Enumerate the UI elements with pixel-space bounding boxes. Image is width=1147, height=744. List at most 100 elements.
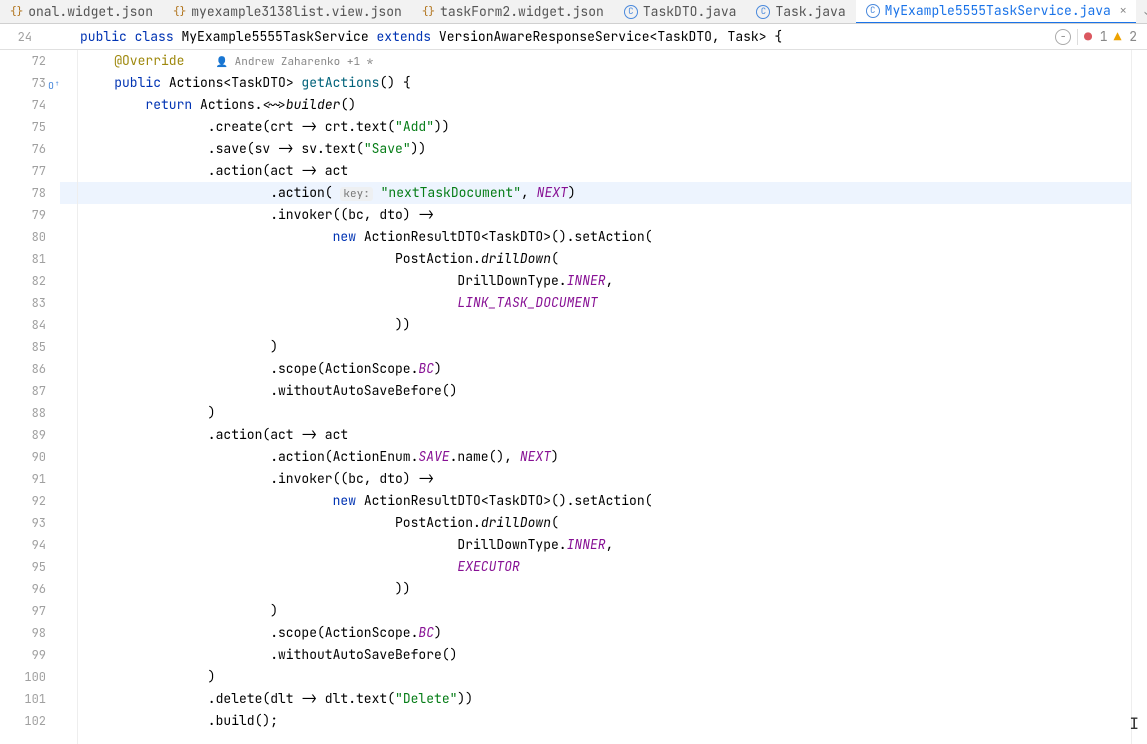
line-number[interactable]: 82 — [0, 270, 46, 292]
folding-strip[interactable] — [60, 50, 78, 744]
java-class-icon: C — [624, 5, 638, 19]
line-number[interactable]: 87 — [0, 380, 46, 402]
code-line[interactable]: )) — [60, 578, 1131, 600]
tab-label: onal.widget.json — [28, 3, 153, 20]
tab-bar: {} onal.widget.json {} myexample3138list.vi… — [0, 0, 1147, 24]
line-number[interactable]: 93 — [0, 512, 46, 534]
line-number[interactable]: 74 — [0, 94, 46, 116]
line-number[interactable]: 100 — [0, 666, 46, 688]
code-line[interactable]: return Actions.<~>builder() — [60, 94, 1131, 116]
json-file-icon: {} — [173, 5, 186, 19]
inspection-widget[interactable]: − ● 1 ▲ 2 — [1055, 28, 1147, 45]
code-line[interactable]: LINK_TASK_DOCUMENT — [60, 292, 1131, 314]
code-line[interactable]: @Override 👤 Andrew Zaharenko +1 * — [60, 50, 1131, 72]
tab-label: myexample3138list.view.json — [191, 3, 402, 20]
line-number[interactable]: 101 — [0, 688, 46, 710]
code-line[interactable]: PostAction.drillDown( — [60, 248, 1131, 270]
line-number[interactable]: 99 — [0, 644, 46, 666]
chevron-down-icon[interactable]: ⌄ — [1136, 3, 1147, 20]
tab-taskForm2-widget-json[interactable]: {} taskForm2.widget.json — [412, 0, 614, 24]
code-line[interactable]: EXECUTOR — [60, 556, 1131, 578]
sticky-class-code: public class MyExample5555TaskService ex… — [46, 28, 1055, 45]
tab-label: MyExample5555TaskService.java — [885, 2, 1111, 19]
line-number[interactable]: 72 — [0, 50, 46, 72]
line-number[interactable]: 97 — [0, 600, 46, 622]
line-number[interactable]: 88 — [0, 402, 46, 424]
line-number[interactable]: 95 — [0, 556, 46, 578]
line-number[interactable]: 80 — [0, 226, 46, 248]
line-number[interactable]: 78 — [0, 182, 46, 204]
json-file-icon: {} — [10, 5, 23, 19]
class-declaration-sticky: 24 public class MyExample5555TaskService… — [0, 24, 1147, 50]
code-line[interactable]: public Actions<TaskDTO> getActions() { — [60, 72, 1131, 94]
editor[interactable]: 7273Oꜛ7475767778798081828384858687888990… — [0, 50, 1147, 744]
tab-onal-widget-json[interactable]: {} onal.widget.json — [0, 0, 163, 24]
line-number[interactable]: 98 — [0, 622, 46, 644]
code-line[interactable]: .scope(ActionScope.BC) — [60, 358, 1131, 380]
tab-label: TaskDTO.java — [643, 3, 737, 20]
code-line[interactable]: .withoutAutoSaveBefore() — [60, 380, 1131, 402]
line-number[interactable]: 77 — [0, 160, 46, 182]
code-line[interactable]: .delete(dlt -> dlt.text("Delete")) — [60, 688, 1131, 710]
code-line[interactable]: PostAction.drillDown( — [60, 512, 1131, 534]
java-class-icon: C — [756, 5, 770, 19]
code-line[interactable]: )) — [60, 314, 1131, 336]
line-number[interactable]: 76 — [0, 138, 46, 160]
scrollbar-right[interactable]: 𝙸 — [1131, 50, 1147, 744]
code-line[interactable]: ) — [60, 336, 1131, 358]
code-line[interactable]: ) — [60, 666, 1131, 688]
code-line[interactable]: .invoker((bc, dto) -> — [60, 468, 1131, 490]
code-line[interactable]: DrillDownType.INNER, — [60, 270, 1131, 292]
line-number[interactable]: 89 — [0, 424, 46, 446]
line-number[interactable]: 94 — [0, 534, 46, 556]
line-number[interactable]: 79 — [0, 204, 46, 226]
warning-indicator[interactable]: ▲ 2 — [1114, 28, 1137, 45]
line-number[interactable]: 75 — [0, 116, 46, 138]
code-line[interactable]: .action(act -> act — [60, 160, 1131, 182]
line-number[interactable]: 92 — [0, 490, 46, 512]
code-line[interactable]: .save(sv -> sv.text("Save")) — [60, 138, 1131, 160]
line-number[interactable]: 85 — [0, 336, 46, 358]
tab-label: taskForm2.widget.json — [440, 3, 604, 20]
code-line[interactable]: .build(); — [60, 710, 1131, 732]
code-line[interactable]: .invoker((bc, dto) -> — [60, 204, 1131, 226]
error-indicator[interactable]: ● 1 — [1084, 28, 1107, 45]
code-line[interactable]: .create(crt -> crt.text("Add")) — [60, 116, 1131, 138]
override-gutter-icon[interactable]: Oꜛ — [48, 75, 60, 87]
json-file-icon: {} — [422, 5, 435, 19]
line-number[interactable]: 102 — [0, 710, 46, 732]
code-line[interactable]: new ActionResultDTO<TaskDTO>().setAction… — [60, 226, 1131, 248]
author-inlay[interactable]: 👤 Andrew Zaharenko +1 * — [216, 55, 374, 69]
tab-TaskDTO-java[interactable]: C TaskDTO.java — [614, 0, 747, 24]
parameter-hint: key: — [340, 187, 372, 201]
collapse-icon[interactable]: − — [1055, 29, 1071, 45]
code-line[interactable]: DrillDownType.INNER, — [60, 534, 1131, 556]
line-number[interactable]: 83 — [0, 292, 46, 314]
line-number[interactable]: 86 — [0, 358, 46, 380]
line-number[interactable]: 91 — [0, 468, 46, 490]
close-icon[interactable]: ✕ — [1120, 4, 1127, 18]
java-class-icon: C — [866, 4, 880, 18]
code-line[interactable]: ) — [60, 402, 1131, 424]
tab-myexample3138list-view-json[interactable]: {} myexample3138list.view.json — [163, 0, 412, 24]
code-line[interactable]: new ActionResultDTO<TaskDTO>().setAction… — [60, 490, 1131, 512]
gutter[interactable]: 7273Oꜛ7475767778798081828384858687888990… — [0, 50, 60, 744]
tab-MyExample5555TaskService-java[interactable]: C MyExample5555TaskService.java ✕ — [856, 0, 1137, 24]
line-number[interactable]: 96 — [0, 578, 46, 600]
code-line[interactable]: .scope(ActionScope.BC) — [60, 622, 1131, 644]
code-line[interactable]: ) — [60, 600, 1131, 622]
line-number[interactable]: 90 — [0, 446, 46, 468]
sticky-line-number: 24 — [0, 29, 46, 45]
code-area[interactable]: @Override 👤 Andrew Zaharenko +1 * public… — [60, 50, 1131, 744]
code-line[interactable]: .action( key: "nextTaskDocument", NEXT) — [60, 182, 1131, 204]
line-number[interactable]: 81 — [0, 248, 46, 270]
person-icon: 👤 — [216, 55, 228, 68]
code-line[interactable]: .action(act -> act — [60, 424, 1131, 446]
text-cursor-icon: 𝙸 — [1129, 713, 1139, 734]
code-line[interactable]: .action(ActionEnum.SAVE.name(), NEXT) — [60, 446, 1131, 468]
code-line[interactable]: .withoutAutoSaveBefore() — [60, 644, 1131, 666]
line-number[interactable]: 84 — [0, 314, 46, 336]
tab-Task-java[interactable]: C Task.java — [746, 0, 855, 24]
tab-label: Task.java — [775, 3, 845, 20]
line-number[interactable]: 73Oꜛ — [0, 72, 46, 94]
